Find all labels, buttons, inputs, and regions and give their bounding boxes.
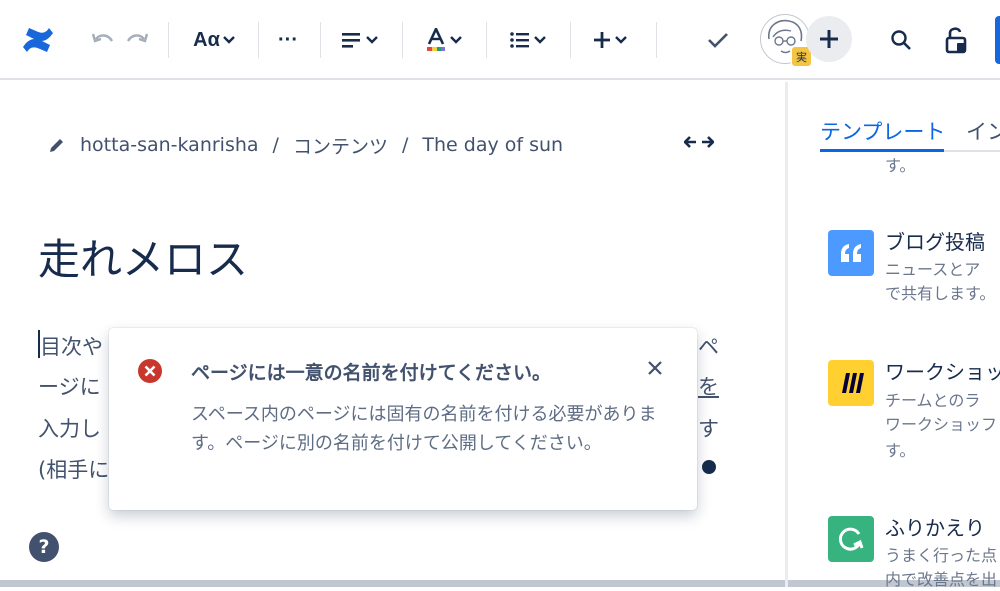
breadcrumb-separator: /: [272, 134, 279, 156]
active-tab-indicator: [820, 149, 944, 152]
unlock-icon: [945, 27, 967, 54]
flag-description: スペース内のページには固有の名前を付ける必要があります。ページに別の名前を付けて…: [191, 404, 657, 454]
editor-toolbar: Aα ··· 実: [0, 0, 1000, 80]
horizontal-scrollbar[interactable]: [0, 580, 1000, 587]
body-text-line[interactable]: 入力し: [38, 413, 101, 443]
text-style-button[interactable]: Aα: [186, 22, 242, 58]
template-desc: で共有します。: [885, 284, 996, 303]
miro-icon[interactable]: [828, 360, 874, 406]
tab-track: [944, 150, 1000, 152]
tab-insights[interactable]: イン: [966, 116, 1000, 146]
insert-button[interactable]: [584, 22, 634, 58]
body-text-line[interactable]: ージに: [38, 371, 101, 401]
template-name[interactable]: ワークショッ: [885, 356, 1000, 385]
chevron-down-icon: [365, 36, 378, 44]
task-check-button[interactable]: [700, 22, 736, 58]
page-title[interactable]: 走れメロス: [38, 226, 248, 287]
close-icon[interactable]: [645, 358, 665, 378]
bullet-list-icon: [509, 32, 529, 48]
toolbar-separator: [570, 22, 571, 58]
template-desc: ニュースとア: [885, 260, 981, 279]
toolbar-separator: [656, 22, 657, 58]
template-desc: ワークショッフ: [885, 415, 998, 434]
confluence-logo-icon[interactable]: [16, 22, 60, 58]
retro-icon[interactable]: [828, 516, 874, 562]
redo-icon[interactable]: [120, 22, 154, 58]
template-desc: うまく行った点: [885, 546, 998, 565]
text-style-label: Aα: [193, 28, 220, 51]
pencil-icon: [50, 139, 63, 152]
toolbar-separator: [258, 22, 259, 58]
chevron-down-icon: [449, 36, 462, 44]
chevron-down-icon: [614, 36, 627, 44]
template-desc: チームとのラ: [885, 391, 981, 410]
body-text-fragment: を: [698, 375, 719, 399]
body-text-line[interactable]: 目次や: [40, 331, 103, 361]
chevron-down-icon: [533, 36, 546, 44]
search-icon: [891, 30, 911, 50]
error-flag: ページには一意の名前を付けてください。 スペース内のページには固有の名前を付ける…: [109, 328, 697, 510]
plus-icon: [820, 30, 838, 48]
invite-button[interactable]: [806, 16, 852, 62]
body-text-line[interactable]: (相手に: [38, 454, 109, 484]
breadcrumb-separator: /: [401, 134, 409, 156]
help-button[interactable]: ?: [29, 532, 59, 562]
toolbar-separator: [402, 22, 403, 58]
undo-icon[interactable]: [86, 22, 120, 58]
align-left-icon: [341, 33, 360, 48]
text-color-icon: [426, 28, 445, 51]
avatar[interactable]: 実: [760, 14, 812, 67]
check-icon: [708, 33, 728, 48]
alignment-button[interactable]: [334, 22, 384, 58]
plus-icon: [593, 32, 610, 48]
template-desc-fragment: す。: [885, 156, 916, 175]
breadcrumb-item-space[interactable]: hotta-san-kanrisha: [80, 134, 259, 156]
breadcrumb-item-contents[interactable]: コンテンツ: [293, 132, 388, 159]
chevron-down-icon: [223, 36, 235, 44]
list-button[interactable]: [502, 22, 552, 58]
search-button[interactable]: [884, 22, 918, 58]
toolbar-separator: [168, 22, 169, 58]
error-icon: [138, 359, 162, 383]
text-color-button[interactable]: [418, 22, 468, 58]
expand-width-icon: [683, 136, 715, 148]
toolbar-separator: [320, 22, 321, 58]
template-desc: す。: [885, 441, 916, 460]
more-icon: ···: [278, 28, 298, 51]
quote-icon[interactable]: [828, 230, 874, 276]
template-name[interactable]: ふりかえり: [885, 512, 985, 541]
body-text-fragment: ペ: [698, 335, 719, 359]
publish-button[interactable]: [995, 16, 1000, 64]
panel-divider: [785, 82, 788, 587]
tab-templates[interactable]: テンプレート: [820, 116, 945, 146]
more-formatting-button[interactable]: ···: [268, 22, 308, 58]
flag-title: ページには一意の名前を付けてください。: [191, 362, 552, 384]
body-text-fragment: す: [698, 417, 719, 441]
full-width-toggle[interactable]: [683, 133, 715, 155]
breadcrumb-item-page[interactable]: The day of sun: [422, 134, 563, 156]
restrictions-button[interactable]: [938, 22, 976, 58]
toolbar-separator: [486, 22, 487, 58]
cursor-dot: [702, 460, 716, 474]
breadcrumb: hotta-san-kanrisha / コンテンツ / The day of …: [48, 130, 563, 160]
template-name[interactable]: ブログ投稿: [885, 226, 985, 255]
template-desc: 内で改善点を出: [885, 570, 998, 589]
